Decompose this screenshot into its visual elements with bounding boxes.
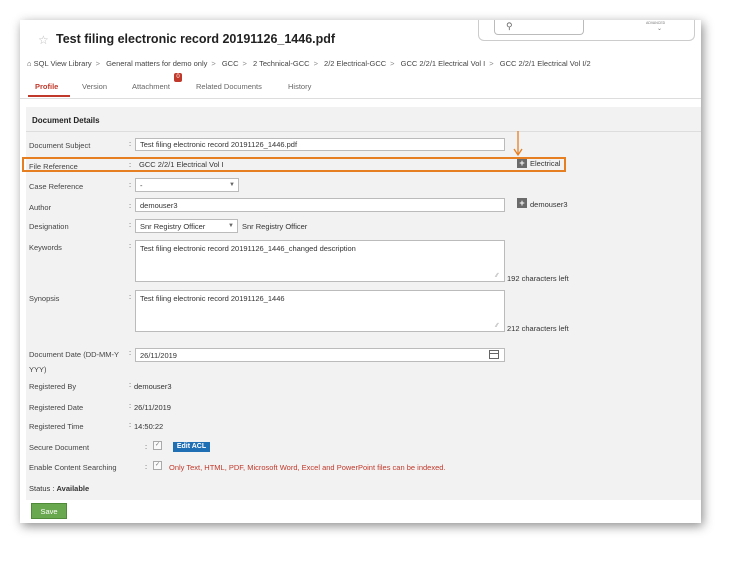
dropdown-arrow-icon[interactable]: ▼ [228, 223, 234, 229]
synopsis-characters-left: 212 characters left [507, 324, 569, 333]
colon: : [129, 420, 132, 429]
registered-time-value: 14:50:22 [134, 422, 164, 431]
synopsis-label: Synopsis [29, 294, 60, 303]
author-tag: demouser3 [530, 200, 568, 209]
action-bar [20, 500, 701, 523]
keywords-label: Keywords [29, 243, 62, 252]
attachment-count-badge: 0 [174, 73, 182, 82]
status-value: Available [56, 484, 90, 493]
designation-select[interactable]: Snr Registry Officer [135, 219, 238, 233]
synopsis-textarea[interactable]: Test filing electronic record 20191126_1… [135, 290, 505, 332]
tab-version[interactable]: Version [82, 82, 107, 91]
designation-text: Snr Registry Officer [242, 222, 308, 231]
content-searching-label: Enable Content Searching [29, 463, 117, 472]
registered-by-value: demouser3 [134, 382, 172, 391]
registered-time-label: Registered Time [29, 422, 84, 431]
document-date-label-continued: YYY) [29, 365, 47, 374]
divider [26, 131, 701, 132]
colon: : [129, 180, 132, 189]
content-searching-note: Only Text, HTML, PDF, Microsoft Word, Ex… [169, 463, 446, 472]
document-subject-label: Document Subject [29, 141, 91, 150]
breadcrumb-item[interactable]: General matters for demo only [106, 59, 207, 68]
tab-bar: Profile Version Attachment 0 Related Doc… [20, 73, 701, 99]
content-searching-checkbox[interactable]: ✓ [153, 461, 162, 470]
author-input[interactable]: demouser3 [135, 198, 505, 212]
document-subject-input[interactable]: Test filing electronic record 20191126_1… [135, 138, 505, 151]
breadcrumb-item[interactable]: GCC [222, 59, 239, 68]
status-label: Status : [29, 484, 55, 493]
case-reference-label: Case Reference [29, 182, 84, 191]
add-author-icon[interactable]: + [517, 198, 527, 208]
registered-by-label: Registered By [29, 382, 77, 391]
search-icon[interactable]: ⚲ [506, 21, 513, 32]
resize-handle-icon[interactable]: ∕∕ [496, 273, 498, 279]
page-title: Test filing electronic record 20191126_1… [56, 32, 336, 46]
active-tab-indicator [28, 95, 70, 97]
arrow-down-icon [513, 131, 523, 157]
breadcrumb-item[interactable]: 2/2 Electrical-GCC [324, 59, 386, 68]
tab-profile[interactable]: Profile [35, 82, 58, 91]
star-icon[interactable]: ☆ [38, 33, 49, 47]
resize-handle-icon[interactable]: ∕∕ [496, 323, 498, 329]
breadcrumb-item[interactable]: GCC 2/2/1 Electrical Vol I/2 [500, 59, 591, 68]
calendar-icon[interactable] [489, 350, 499, 359]
colon: : [129, 139, 132, 148]
document-date-label: Document Date (DD-MM-Y [29, 350, 120, 359]
colon: : [129, 380, 132, 389]
breadcrumb-item[interactable]: 2 Technical-GCC [253, 59, 310, 68]
breadcrumb-item[interactable]: SQL View Library [34, 59, 92, 68]
save-button[interactable]: Save [31, 503, 67, 519]
document-profile-window: ⚲ ADVANCED ⌄ ☆ Test filing electronic re… [20, 20, 701, 523]
document-date-input[interactable]: 26/11/2019 [135, 348, 505, 362]
colon: : [129, 241, 132, 250]
highlight-box [22, 157, 566, 172]
tab-history[interactable]: History [288, 82, 311, 91]
home-icon[interactable]: ⌂ [27, 59, 32, 68]
tab-related-documents[interactable]: Related Documents [196, 82, 262, 91]
colon: : [129, 201, 132, 210]
colon: : [145, 442, 148, 451]
section-title: Document Details [32, 116, 100, 125]
colon: : [145, 462, 148, 471]
breadcrumb-item[interactable]: GCC 2/2/1 Electrical Vol I [401, 59, 486, 68]
colon: : [129, 220, 132, 229]
tab-attachment[interactable]: Attachment [132, 82, 170, 91]
registered-date-label: Registered Date [29, 403, 84, 412]
status-line: Status : Available [29, 484, 89, 493]
case-reference-select[interactable]: - [135, 178, 239, 192]
colon: : [129, 401, 132, 410]
designation-label: Designation [29, 222, 69, 231]
chevron-down-icon[interactable]: ⌄ [657, 25, 662, 32]
dropdown-arrow-icon[interactable]: ▼ [229, 182, 235, 188]
advanced-search-label[interactable]: ADVANCED [646, 21, 665, 25]
author-label: Author [29, 203, 52, 212]
edit-acl-button[interactable]: Edit ACL [173, 442, 210, 452]
keywords-characters-left: 192 characters left [507, 274, 569, 283]
breadcrumb: ⌂ SQL View Library > General matters for … [27, 59, 591, 68]
colon: : [129, 292, 132, 301]
registered-date-value: 26/11/2019 [134, 403, 171, 412]
secure-document-label: Secure Document [29, 443, 90, 452]
keywords-textarea[interactable]: Test filing electronic record 20191126_1… [135, 240, 505, 282]
secure-document-checkbox[interactable]: ✓ [153, 441, 162, 450]
colon: : [129, 348, 132, 357]
